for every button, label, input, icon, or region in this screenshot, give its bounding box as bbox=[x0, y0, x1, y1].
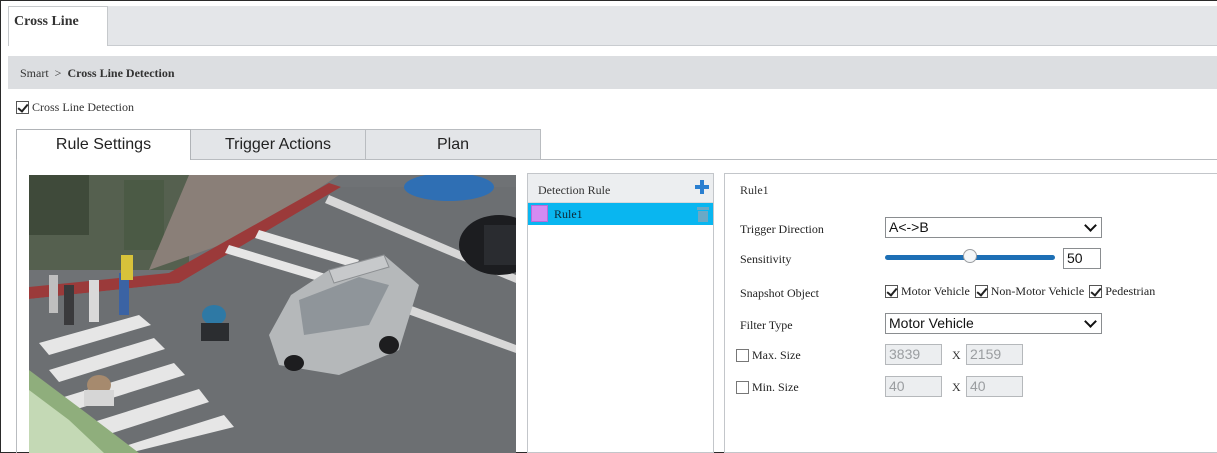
pedestrian-checkbox[interactable] bbox=[1089, 285, 1103, 298]
delete-rule-icon[interactable] bbox=[697, 206, 709, 222]
sensitivity-slider[interactable] bbox=[885, 249, 1055, 263]
camera-live-view[interactable] bbox=[29, 175, 516, 453]
detection-rule-title: Detection Rule bbox=[538, 183, 611, 197]
filter-type-select[interactable]: Motor Vehicle bbox=[885, 313, 1102, 334]
max-size-width-input[interactable]: 3839 bbox=[885, 344, 942, 365]
snapshot-object-label: Snapshot Object bbox=[740, 286, 819, 300]
filter-type-label: Filter Type bbox=[740, 318, 793, 332]
max-size-x-label: X bbox=[952, 348, 961, 362]
cross-line-enable-row[interactable]: Cross Line Detection bbox=[16, 98, 134, 116]
detection-rule-list: Detection Rule Rule1 bbox=[527, 173, 714, 453]
rule-name-title: Rule1 bbox=[740, 183, 769, 197]
min-size-x-label: X bbox=[952, 380, 961, 394]
cross-line-enable-label: Cross Line Detection bbox=[32, 99, 134, 114]
tab-trigger-actions[interactable]: Trigger Actions bbox=[191, 129, 366, 160]
max-size-label: Max. Size bbox=[752, 348, 801, 362]
snapshot-object-options: Motor Vehicle Non-Motor Vehicle Pedestri… bbox=[885, 284, 1160, 299]
rule-settings-form: Rule1 Trigger Direction A<->B Sensitivit… bbox=[724, 173, 1217, 453]
max-size-height-input[interactable]: 2159 bbox=[966, 344, 1023, 365]
snapshot-option-non-motor-vehicle[interactable]: Non-Motor Vehicle bbox=[974, 284, 1085, 299]
non-motor-vehicle-label: Non-Motor Vehicle bbox=[990, 284, 1085, 298]
tab-cross-line[interactable]: Cross Line bbox=[8, 6, 108, 46]
breadcrumb-parent[interactable]: Smart bbox=[20, 66, 49, 80]
min-size-checkbox[interactable] bbox=[736, 381, 749, 394]
motor-vehicle-label: Motor Vehicle bbox=[901, 284, 970, 298]
street-scene-image bbox=[29, 175, 516, 453]
sensitivity-label: Sensitivity bbox=[740, 252, 792, 266]
sensitivity-value-input[interactable]: 50 bbox=[1063, 248, 1101, 269]
breadcrumb-separator: > bbox=[54, 66, 62, 80]
tab-plan[interactable]: Plan bbox=[366, 129, 541, 160]
snapshot-option-motor-vehicle[interactable]: Motor Vehicle bbox=[885, 284, 970, 299]
motor-vehicle-checkbox[interactable] bbox=[885, 285, 898, 298]
rule-color-swatch[interactable] bbox=[531, 205, 548, 222]
chevron-down-icon bbox=[1085, 223, 1095, 233]
pedestrian-label: Pedestrian bbox=[1105, 284, 1156, 298]
top-tab-bar: Cross Line bbox=[8, 6, 1217, 46]
cross-line-enable-checkbox[interactable] bbox=[16, 100, 29, 114]
min-size-label: Min. Size bbox=[752, 380, 799, 394]
breadcrumb-current: Cross Line Detection bbox=[67, 66, 175, 80]
tab-rule-settings[interactable]: Rule Settings bbox=[16, 129, 191, 160]
max-size-row[interactable]: Max. Size bbox=[736, 348, 801, 363]
rule-item-label: Rule1 bbox=[554, 207, 583, 221]
trigger-direction-value: A<->B bbox=[889, 219, 929, 235]
trigger-direction-select[interactable]: A<->B bbox=[885, 217, 1102, 238]
non-motor-vehicle-checkbox[interactable] bbox=[974, 285, 988, 298]
max-size-checkbox[interactable] bbox=[736, 349, 749, 362]
trigger-direction-label: Trigger Direction bbox=[740, 222, 824, 236]
snapshot-option-pedestrian[interactable]: Pedestrian bbox=[1089, 284, 1155, 299]
main-tabs: Rule Settings Trigger Actions Plan bbox=[16, 129, 541, 160]
filter-type-value: Motor Vehicle bbox=[889, 315, 974, 331]
add-rule-icon[interactable] bbox=[695, 180, 709, 194]
breadcrumb: Smart > Cross Line Detection bbox=[8, 56, 1217, 89]
min-size-height-input[interactable]: 40 bbox=[966, 376, 1023, 397]
chevron-down-icon bbox=[1085, 319, 1095, 329]
sensitivity-slider-thumb[interactable] bbox=[963, 249, 977, 263]
min-size-row[interactable]: Min. Size bbox=[736, 380, 799, 395]
rule-list-item[interactable]: Rule1 bbox=[528, 203, 713, 225]
detection-rule-header: Detection Rule bbox=[528, 174, 713, 203]
min-size-width-input[interactable]: 40 bbox=[885, 376, 942, 397]
